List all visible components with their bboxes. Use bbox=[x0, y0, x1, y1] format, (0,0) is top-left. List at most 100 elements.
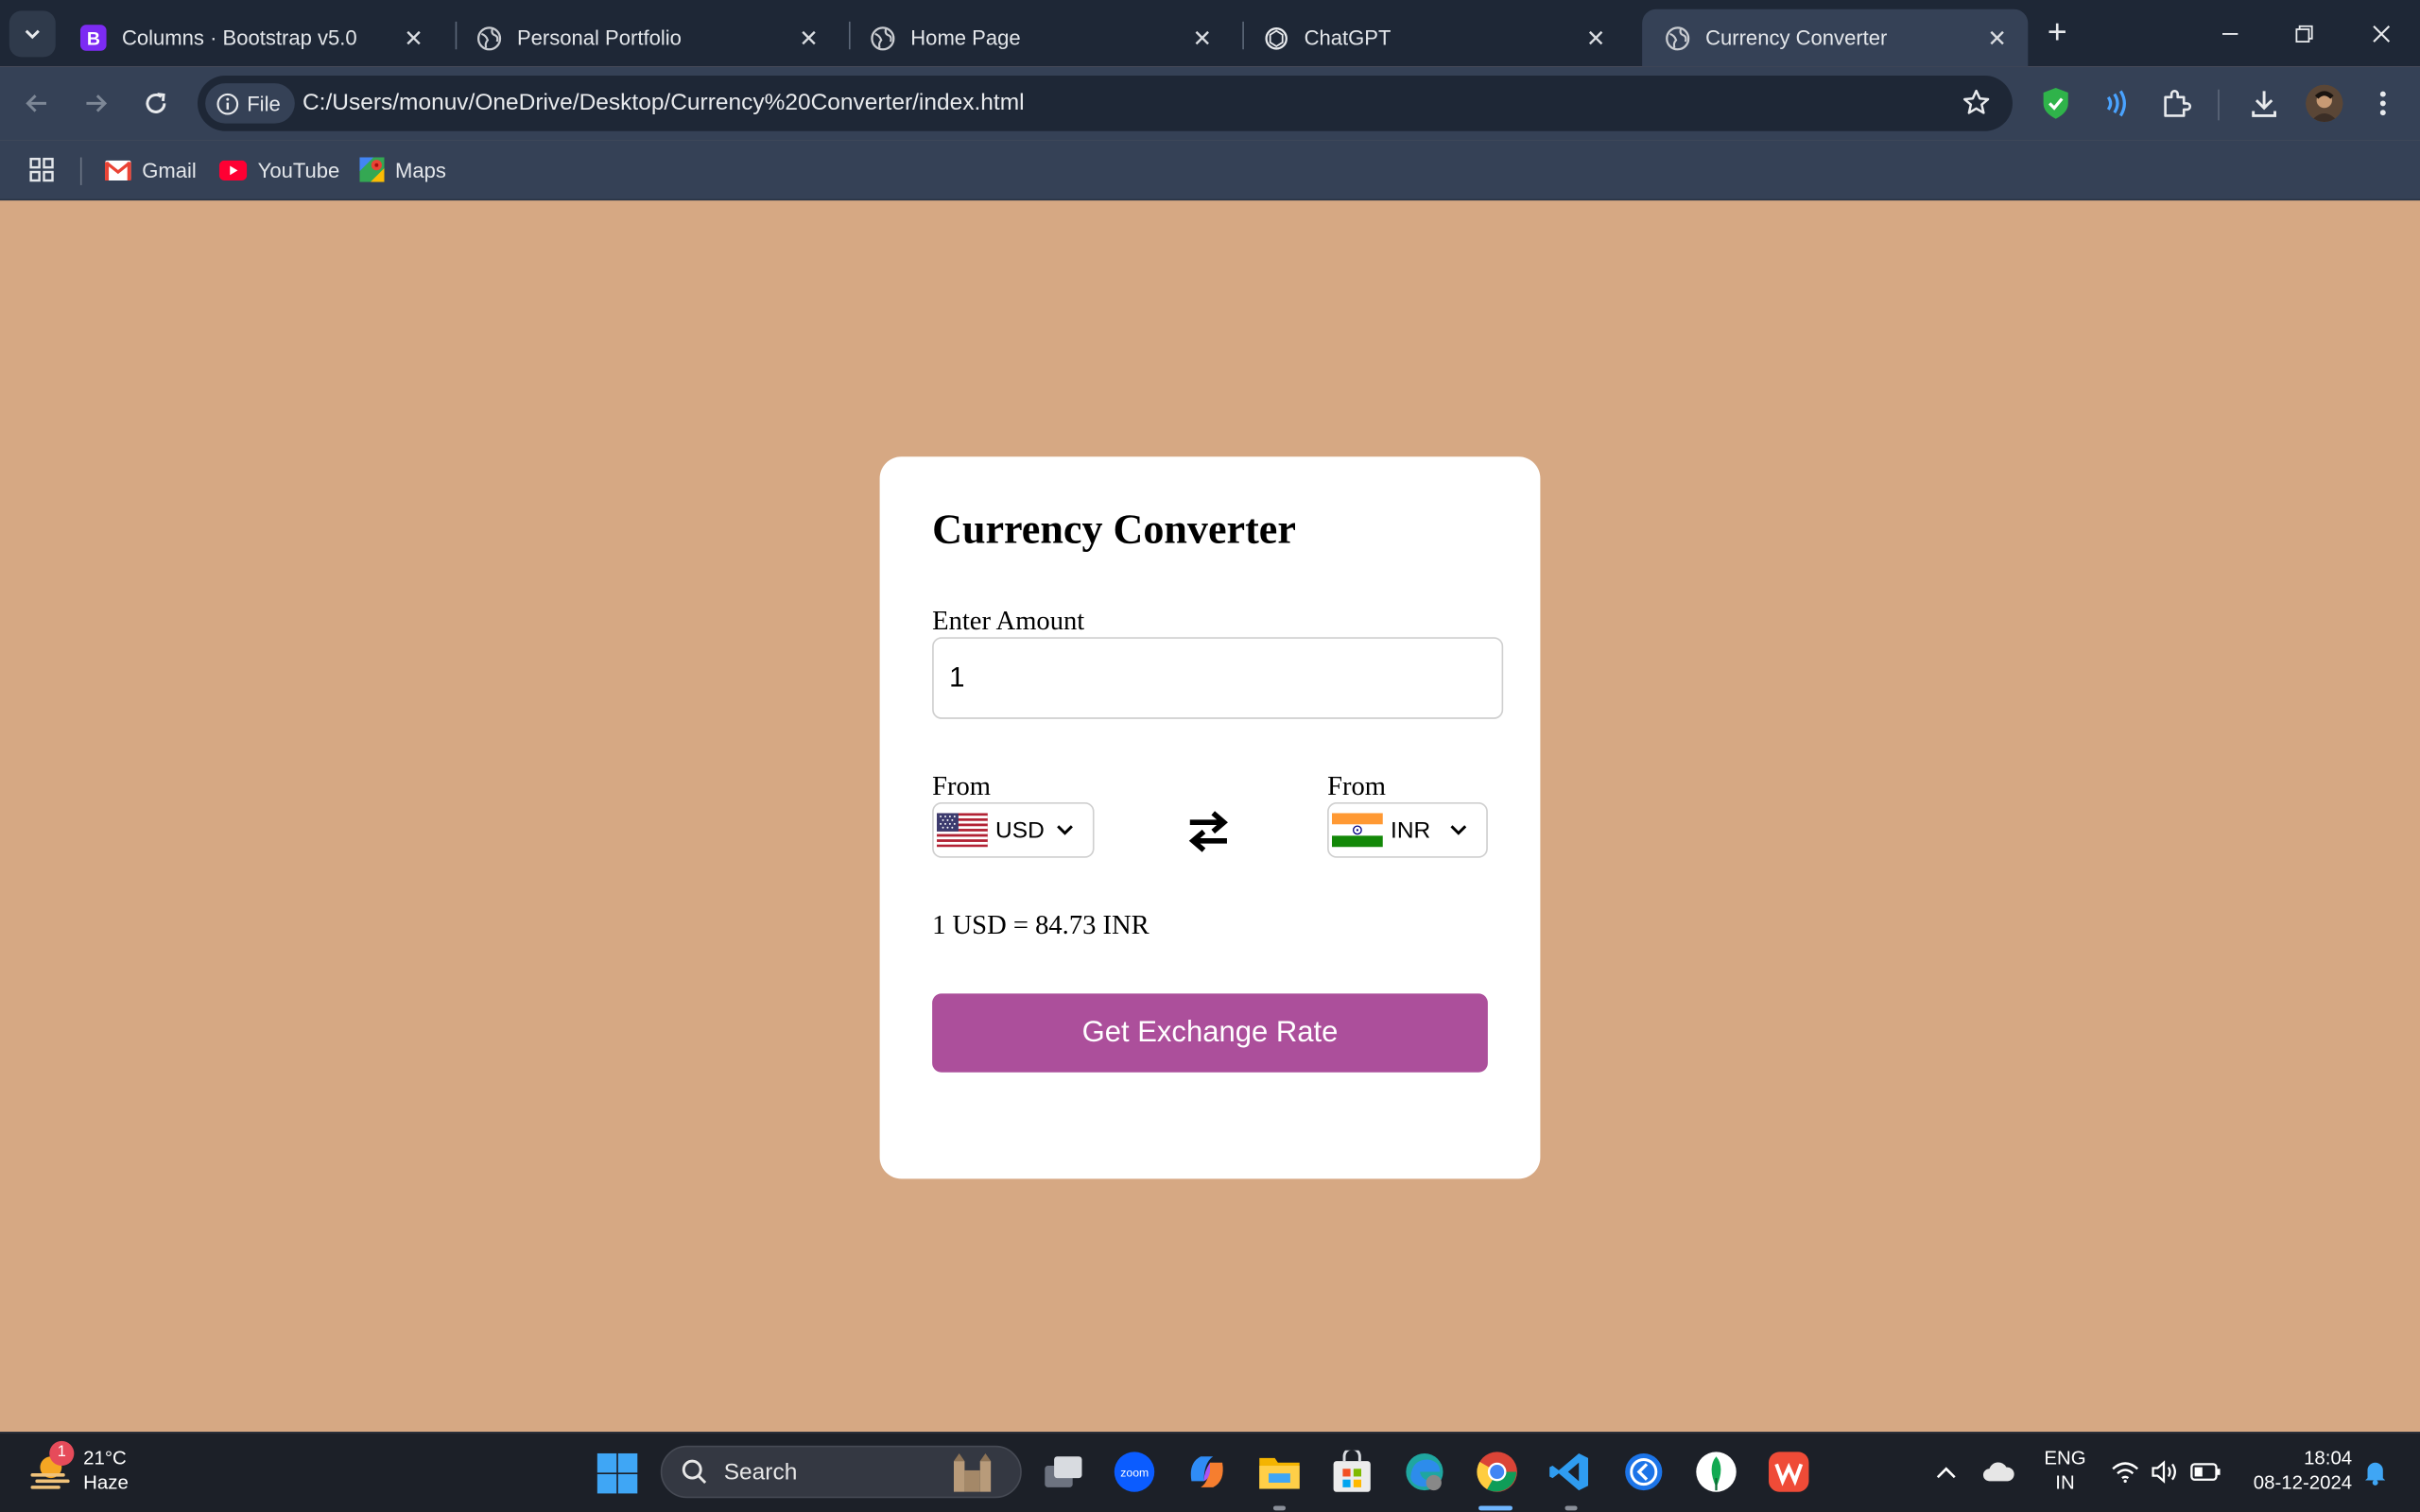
minimize-button[interactable] bbox=[2207, 12, 2254, 56]
tab-search-button[interactable] bbox=[9, 10, 56, 58]
from-currency-code: USD bbox=[995, 816, 1045, 844]
toolbar-divider bbox=[2218, 89, 2220, 121]
bookmark-maps[interactable]: Maps bbox=[359, 153, 446, 187]
battery-icon[interactable] bbox=[2186, 1452, 2225, 1491]
wifi-icon[interactable] bbox=[2105, 1452, 2145, 1491]
chevron-down-icon bbox=[1449, 824, 1477, 836]
scheme-label: File bbox=[247, 92, 281, 115]
close-icon[interactable]: ✕ bbox=[1581, 23, 1612, 54]
tab-title: Personal Portfolio bbox=[516, 26, 682, 50]
restore-icon bbox=[2295, 25, 2313, 43]
profile-avatar[interactable] bbox=[2306, 84, 2343, 122]
address-bar[interactable]: File C:/Users/monuv/OneDrive/Desktop/Cur… bbox=[197, 75, 2013, 131]
bookmark-label: Gmail bbox=[142, 158, 197, 181]
vscode-app-icon[interactable] bbox=[1547, 1449, 1593, 1495]
microsoft-store-icon[interactable] bbox=[1329, 1449, 1375, 1495]
edge-profile-icon[interactable] bbox=[1401, 1449, 1447, 1495]
volume-icon[interactable] bbox=[2144, 1452, 2184, 1491]
gmail-icon bbox=[105, 159, 131, 180]
tab-personal-portfolio[interactable]: Personal Portfolio ✕ bbox=[454, 9, 839, 66]
chatgpt-icon bbox=[1263, 25, 1289, 51]
to-currency-code: INR bbox=[1391, 816, 1431, 844]
back-button[interactable] bbox=[17, 83, 57, 123]
weather-temp: 21°C bbox=[83, 1447, 127, 1469]
to-currency-select[interactable]: INR bbox=[1327, 801, 1488, 858]
swap-currencies-icon[interactable] bbox=[1185, 810, 1232, 853]
tab-bootstrap[interactable]: B Columns · Bootstrap v5.0 ✕ bbox=[59, 9, 444, 66]
language-indicator[interactable]: ENG IN bbox=[2040, 1446, 2089, 1495]
india-flag-icon bbox=[1331, 813, 1383, 848]
svg-text:zoom: zoom bbox=[1120, 1466, 1149, 1479]
landmark-search-highlight-icon bbox=[953, 1452, 992, 1492]
chrome-app-icon[interactable] bbox=[1474, 1449, 1520, 1495]
onedrive-cloud-icon[interactable] bbox=[1979, 1452, 2018, 1491]
maps-icon bbox=[359, 157, 385, 182]
weather-condition: Haze bbox=[83, 1471, 129, 1494]
menu-kebab-icon[interactable] bbox=[2364, 85, 2401, 122]
cursor-app-icon[interactable] bbox=[1620, 1449, 1667, 1495]
from-currency-select[interactable]: USD bbox=[932, 801, 1095, 858]
zoom-app-icon[interactable]: zoom bbox=[1112, 1449, 1158, 1495]
read-aloud-icon[interactable] bbox=[2096, 85, 2133, 122]
weather-widget[interactable]: 1 21°C Haze bbox=[27, 1440, 129, 1495]
windows-taskbar: 1 21°C Haze Search zoom ENG IN 18:04 08-… bbox=[0, 1432, 2420, 1512]
clock[interactable]: 18:04 08-12-2024 bbox=[2238, 1446, 2352, 1495]
restore-button[interactable] bbox=[2281, 12, 2327, 56]
forward-button[interactable] bbox=[76, 83, 115, 123]
bookmark-star-icon[interactable] bbox=[1962, 88, 1991, 125]
extensions-puzzle-icon[interactable] bbox=[2157, 85, 2194, 122]
tab-title: ChatGPT bbox=[1304, 26, 1392, 50]
site-info-chip[interactable]: File bbox=[205, 83, 295, 124]
copilot-app-icon[interactable] bbox=[1184, 1449, 1230, 1495]
wps-office-icon[interactable] bbox=[1766, 1449, 1812, 1495]
file-explorer-icon[interactable] bbox=[1256, 1449, 1303, 1495]
close-icon[interactable]: ✕ bbox=[1187, 23, 1219, 54]
bookmarks-divider bbox=[79, 157, 82, 185]
get-exchange-rate-button[interactable]: Get Exchange Rate bbox=[932, 993, 1488, 1073]
info-icon bbox=[216, 93, 239, 114]
close-icon[interactable]: ✕ bbox=[793, 23, 824, 54]
task-view-icon[interactable] bbox=[1040, 1449, 1086, 1495]
chevron-up-icon[interactable] bbox=[1927, 1452, 1966, 1491]
bookmark-gmail[interactable]: Gmail bbox=[105, 153, 197, 187]
running-indicator bbox=[1272, 1505, 1286, 1511]
chevron-down-icon bbox=[25, 29, 40, 40]
tab-currency-converter[interactable]: Currency Converter ✕ bbox=[1642, 9, 2029, 67]
apps-grid-icon[interactable] bbox=[27, 153, 55, 187]
search-label: Search bbox=[723, 1458, 798, 1486]
amount-label: Enter Amount bbox=[932, 604, 1085, 636]
window-close-button[interactable] bbox=[2359, 12, 2405, 56]
tab-chatgpt[interactable]: ChatGPT ✕ bbox=[1241, 9, 1627, 66]
weather-badge: 1 bbox=[49, 1440, 75, 1467]
page-body: Currency Converter Enter Amount From USD bbox=[0, 200, 2420, 1433]
chevron-down-icon bbox=[1056, 824, 1083, 836]
arrow-left-icon bbox=[26, 94, 46, 112]
new-tab-button[interactable]: + bbox=[2037, 13, 2077, 54]
bookmark-youtube[interactable]: YouTube bbox=[218, 153, 339, 187]
notification-bell-icon[interactable] bbox=[2355, 1452, 2394, 1491]
minimize-icon bbox=[2222, 32, 2238, 35]
windows-start-icon[interactable] bbox=[595, 1451, 641, 1497]
url-text[interactable]: C:/Users/monuv/OneDrive/Desktop/Currency… bbox=[302, 90, 1025, 116]
language-region: IN bbox=[2055, 1471, 2075, 1494]
shield-extension-icon[interactable] bbox=[2037, 85, 2074, 122]
tab-home-page[interactable]: Home Page ✕ bbox=[847, 9, 1233, 66]
arrow-right-icon bbox=[86, 94, 108, 112]
amount-input[interactable] bbox=[932, 637, 1504, 719]
close-icon[interactable]: ✕ bbox=[398, 23, 429, 54]
downloads-icon[interactable] bbox=[2246, 85, 2283, 122]
reload-button[interactable] bbox=[136, 83, 176, 123]
active-indicator bbox=[1478, 1505, 1512, 1511]
close-icon bbox=[2373, 26, 2391, 43]
mongodb-compass-icon[interactable] bbox=[1693, 1449, 1739, 1495]
svg-text:B: B bbox=[87, 28, 100, 49]
page-title: Currency Converter bbox=[932, 506, 1296, 553]
us-flag-icon bbox=[937, 813, 988, 848]
reload-icon bbox=[146, 93, 166, 113]
tab-title: Currency Converter bbox=[1705, 26, 1888, 50]
tab-title: Columns · Bootstrap v5.0 bbox=[121, 26, 357, 50]
taskbar-search[interactable]: Search bbox=[660, 1445, 1022, 1499]
clock-time: 18:04 bbox=[2304, 1447, 2353, 1469]
bookmark-label: Maps bbox=[394, 158, 446, 181]
close-icon[interactable]: ✕ bbox=[1981, 23, 2013, 54]
